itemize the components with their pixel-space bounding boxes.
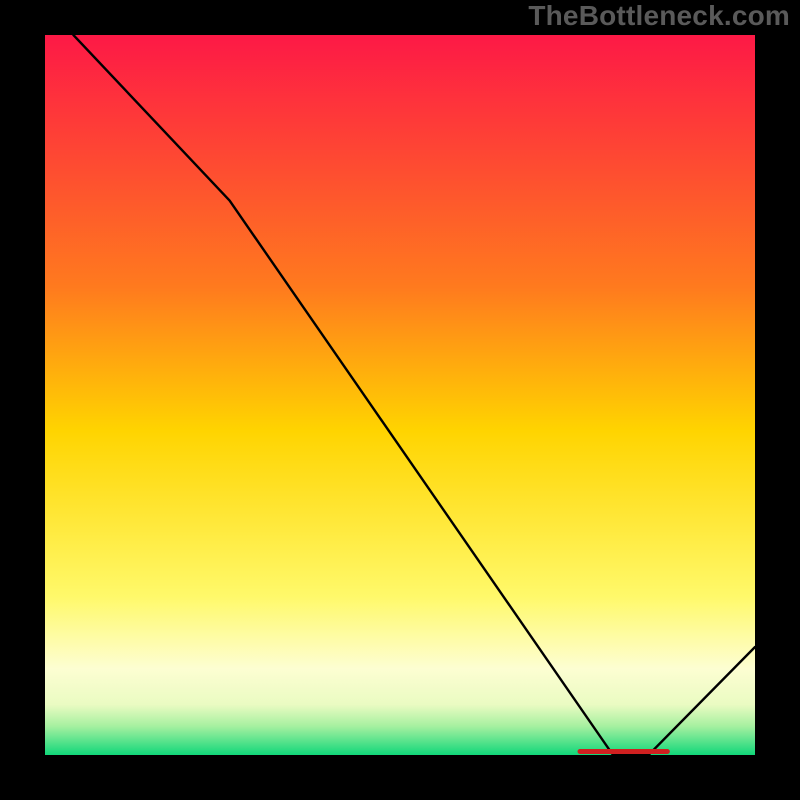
chart-frame: TheBottleneck.com [0, 0, 800, 800]
chart-svg [45, 35, 755, 755]
gradient-background [45, 35, 755, 755]
bottom-optimal-marker [578, 749, 670, 754]
plot-area [45, 35, 755, 755]
watermark-text: TheBottleneck.com [528, 0, 790, 32]
